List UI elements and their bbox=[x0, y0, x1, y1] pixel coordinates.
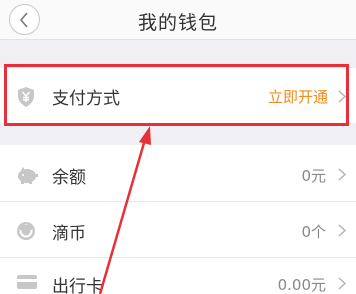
balance-value: 0元 bbox=[301, 167, 326, 185]
didi-coin-value: 0个 bbox=[301, 223, 326, 241]
chevron-right-icon bbox=[338, 277, 346, 290]
chevron-right-icon bbox=[338, 224, 346, 237]
balance-label: 余额 bbox=[52, 168, 86, 188]
didi-coin-row[interactable]: 滴币 0个 bbox=[0, 202, 356, 258]
highlight-box bbox=[4, 64, 349, 126]
chevron-right-icon bbox=[338, 168, 346, 181]
travel-card-icon bbox=[17, 275, 37, 289]
page-title: 我的钱包 bbox=[137, 12, 218, 34]
travel-card-value: 0.00元 bbox=[277, 276, 326, 294]
didi-coin-icon bbox=[17, 222, 35, 240]
nav-bar: 我的钱包 bbox=[0, 0, 356, 40]
travel-card-row[interactable]: 出行卡 0.00元 bbox=[0, 258, 356, 294]
balance-row[interactable]: 余额 0元 bbox=[0, 145, 356, 202]
didi-coin-label: 滴币 bbox=[52, 224, 86, 244]
travel-card-label: 出行卡 bbox=[52, 277, 103, 294]
piggy-bank-icon bbox=[18, 167, 38, 184]
